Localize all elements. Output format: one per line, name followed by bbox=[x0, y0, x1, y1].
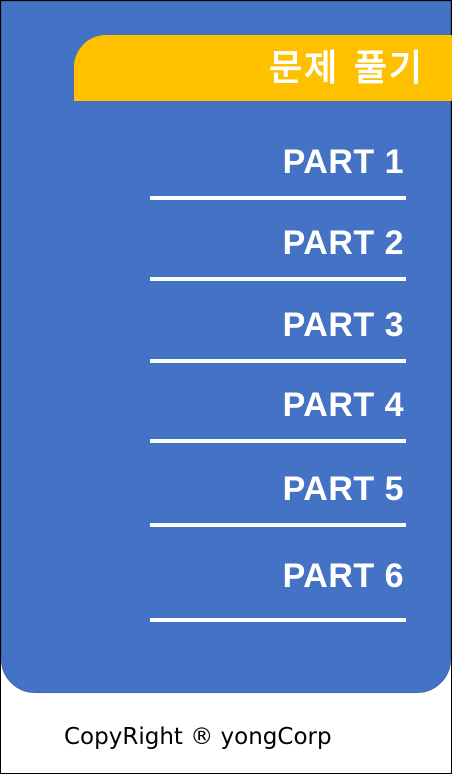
menu-item-underline bbox=[150, 618, 406, 622]
menu-item-underline bbox=[150, 439, 406, 443]
menu-item-part-2[interactable]: PART 2 bbox=[150, 211, 406, 281]
menu-item-part-1[interactable]: PART 1 bbox=[150, 130, 406, 200]
menu-item-label: PART 5 bbox=[282, 470, 404, 508]
menu-item-part-3[interactable]: PART 3 bbox=[150, 293, 406, 363]
menu-item-underline bbox=[150, 359, 406, 363]
copyright-footer: CopyRight ® yongCorp bbox=[64, 724, 332, 750]
menu-item-label: PART 2 bbox=[282, 224, 404, 262]
menu-item-label: PART 6 bbox=[282, 557, 404, 595]
menu-item-part-6[interactable]: PART 6 bbox=[150, 552, 406, 622]
menu-item-part-4[interactable]: PART 4 bbox=[150, 373, 406, 443]
title-tab: 문제 풀기 bbox=[74, 35, 452, 101]
menu-item-label: PART 3 bbox=[282, 306, 404, 344]
menu-item-part-5[interactable]: PART 5 bbox=[150, 457, 406, 527]
menu-item-label: PART 1 bbox=[282, 143, 404, 181]
menu-item-label: PART 4 bbox=[282, 386, 404, 424]
page-title: 문제 풀기 bbox=[268, 48, 424, 89]
menu-item-underline bbox=[150, 277, 406, 281]
menu-item-underline bbox=[150, 523, 406, 527]
menu-item-underline bbox=[150, 196, 406, 200]
